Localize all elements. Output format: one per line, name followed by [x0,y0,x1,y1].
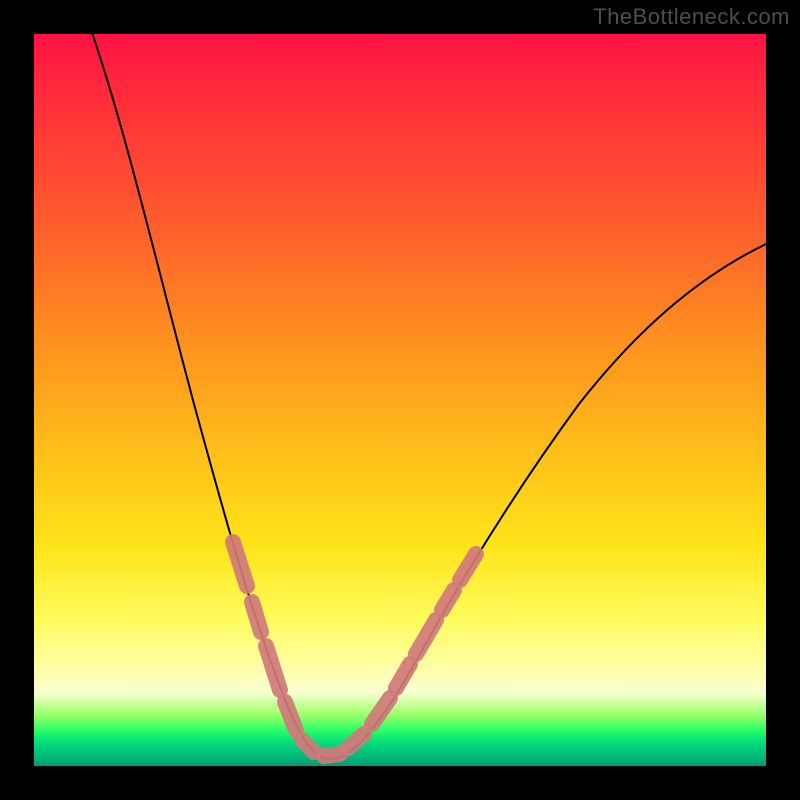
bead-right-1 [372,698,390,724]
bead-right-2 [396,664,410,688]
bead-right-5 [460,554,476,580]
watermark-text: TheBottleneck.com [593,4,790,30]
bead-left-4 [285,702,296,730]
bead-bottom-1 [302,740,314,752]
bead-left-2 [252,602,261,632]
curve-layer [34,34,766,766]
bead-right-4 [442,590,454,610]
bead-left-3 [266,646,280,690]
bottleneck-curve [89,34,766,759]
bead-left-1 [233,542,247,586]
chart-frame: TheBottleneck.com [0,0,800,800]
bead-bottom-2 [324,754,340,756]
bead-right-3 [416,620,436,654]
bead-bottom-3 [348,734,364,748]
plot-area [34,34,766,766]
